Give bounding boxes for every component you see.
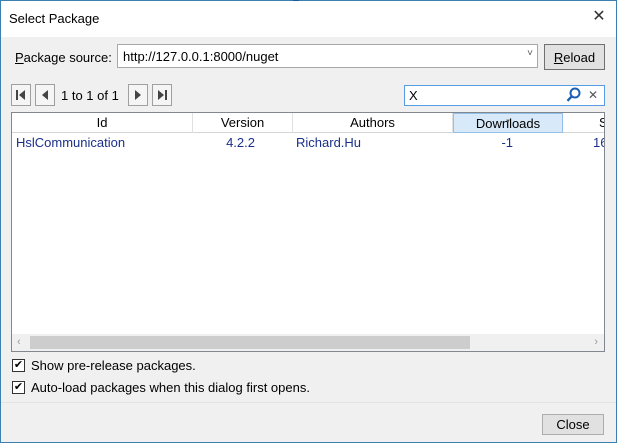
show-prerelease-checkbox[interactable]: ✔ [12,358,25,372]
dialog-title: Select Package [9,11,100,26]
first-page-icon [16,90,25,100]
column-header-authors[interactable]: Authors [293,113,453,133]
reload-button[interactable]: Reload [544,44,605,70]
scroll-right-icon[interactable]: › [594,336,598,348]
select-package-dialog: Select Package ✕ Package source: http://… [0,0,617,443]
reload-mnemonic: R [553,49,564,65]
title-bar: Select Package ✕ [1,1,616,37]
prev-page-button[interactable] [35,84,55,106]
next-page-icon [135,90,141,100]
cell-version: 4.2.2 [226,135,255,150]
first-page-button[interactable] [11,84,31,106]
column-header-downloads[interactable]: ▼ Downloads [453,113,563,133]
show-prerelease-option[interactable]: ✔ Show pre-release packages. [12,357,196,373]
pager-status: 1 to 1 of 1 [61,88,119,103]
close-icon[interactable]: ✕ [582,1,616,31]
reload-label: eload [563,49,596,65]
scroll-left-icon[interactable]: ‹ [17,336,21,348]
table-row[interactable]: HslCommunication 4.2.2 Richard.Hu -1 16 [12,133,604,153]
last-page-icon [158,90,167,100]
last-page-button[interactable] [152,84,172,106]
clear-search-icon[interactable]: ✕ [588,88,598,102]
cell-id: HslCommunication [16,135,126,150]
cell-downloads: -1 [501,135,513,150]
search-box[interactable]: X ✕ [404,85,605,106]
dialog-body: Package source: http://127.0.0.1:8000/nu… [1,37,616,442]
scrollbar-thumb[interactable] [30,336,470,349]
chevron-down-icon[interactable]: ˅ [527,48,533,59]
checkmark-icon: ✔ [13,380,24,393]
checkmark-icon: ✔ [13,358,24,371]
package-source-label-text: ackage source: [23,50,112,65]
dialog-footer: Close [1,402,616,442]
next-page-button[interactable] [128,84,148,106]
cell-extra: 16 [593,135,604,150]
autoload-label: Auto-load packages when this dialog firs… [31,379,310,395]
horizontal-scrollbar[interactable]: ‹ › [12,334,604,351]
column-header-version[interactable]: Version [193,113,293,133]
cell-authors: Richard.Hu [296,135,362,150]
sort-descending-icon: ▼ [505,119,511,125]
column-header-id[interactable]: Id [12,113,193,133]
show-prerelease-label: Show pre-release packages. [31,357,196,373]
column-header-extra[interactable]: S [563,113,604,133]
search-input[interactable]: X [409,88,418,103]
autoload-option[interactable]: ✔ Auto-load packages when this dialog fi… [12,379,310,395]
package-source-mnemonic: P [15,50,24,65]
package-grid[interactable]: Id Version Authors ▼ Downloads S HslComm… [11,112,605,352]
search-icon[interactable] [566,87,582,103]
package-source-value: http://127.0.0.1:8000/nuget [123,49,279,64]
grid-header: Id Version Authors ▼ Downloads S [12,113,604,133]
close-button[interactable]: Close [542,414,604,435]
package-source-label: Package source: [15,50,112,65]
prev-page-icon [42,90,48,100]
package-source-combo[interactable]: http://127.0.0.1:8000/nuget ˅ [117,44,538,68]
autoload-checkbox[interactable]: ✔ [12,380,25,394]
